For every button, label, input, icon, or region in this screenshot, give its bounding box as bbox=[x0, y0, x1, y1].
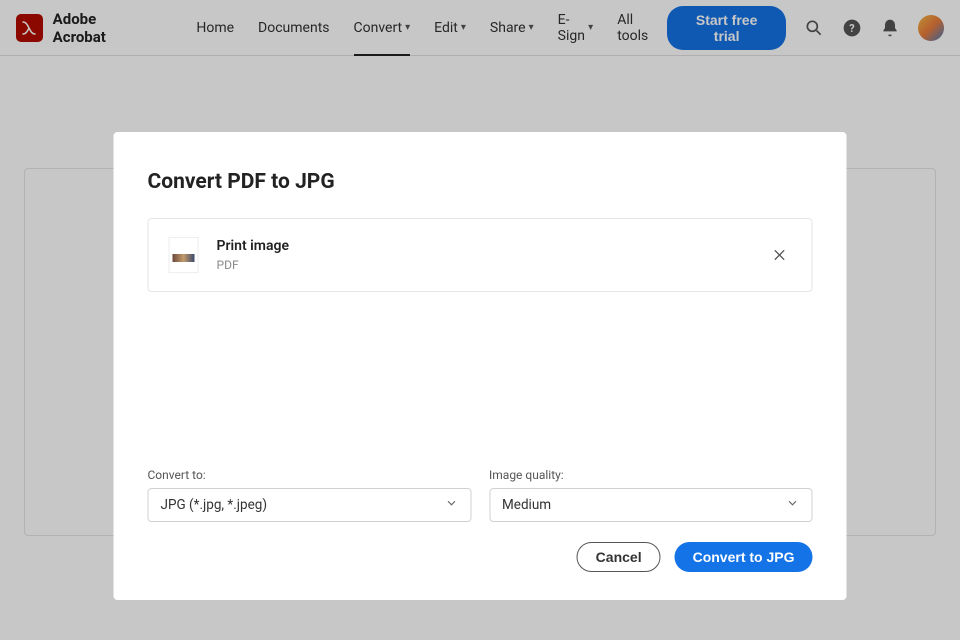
modal-title: Convert PDF to JPG bbox=[148, 170, 813, 194]
convert-modal: Convert PDF to JPG Print image PDF Conve… bbox=[114, 132, 847, 600]
select-value: JPG (*.jpg, *.jpeg) bbox=[161, 497, 268, 513]
file-thumbnail-icon bbox=[169, 237, 199, 273]
chevron-down-icon bbox=[444, 496, 458, 514]
quality-label: Image quality: bbox=[489, 468, 813, 482]
file-name: Print image bbox=[217, 238, 750, 254]
file-card: Print image PDF bbox=[148, 218, 813, 292]
convert-to-label: Convert to: bbox=[148, 468, 472, 482]
cancel-button[interactable]: Cancel bbox=[577, 542, 661, 572]
chevron-down-icon bbox=[786, 496, 800, 514]
convert-to-select[interactable]: JPG (*.jpg, *.jpeg) bbox=[148, 488, 472, 522]
convert-button[interactable]: Convert to JPG bbox=[675, 542, 813, 572]
select-value: Medium bbox=[502, 497, 551, 513]
remove-file-button[interactable] bbox=[768, 243, 792, 267]
file-type: PDF bbox=[217, 258, 750, 272]
quality-select[interactable]: Medium bbox=[489, 488, 813, 522]
